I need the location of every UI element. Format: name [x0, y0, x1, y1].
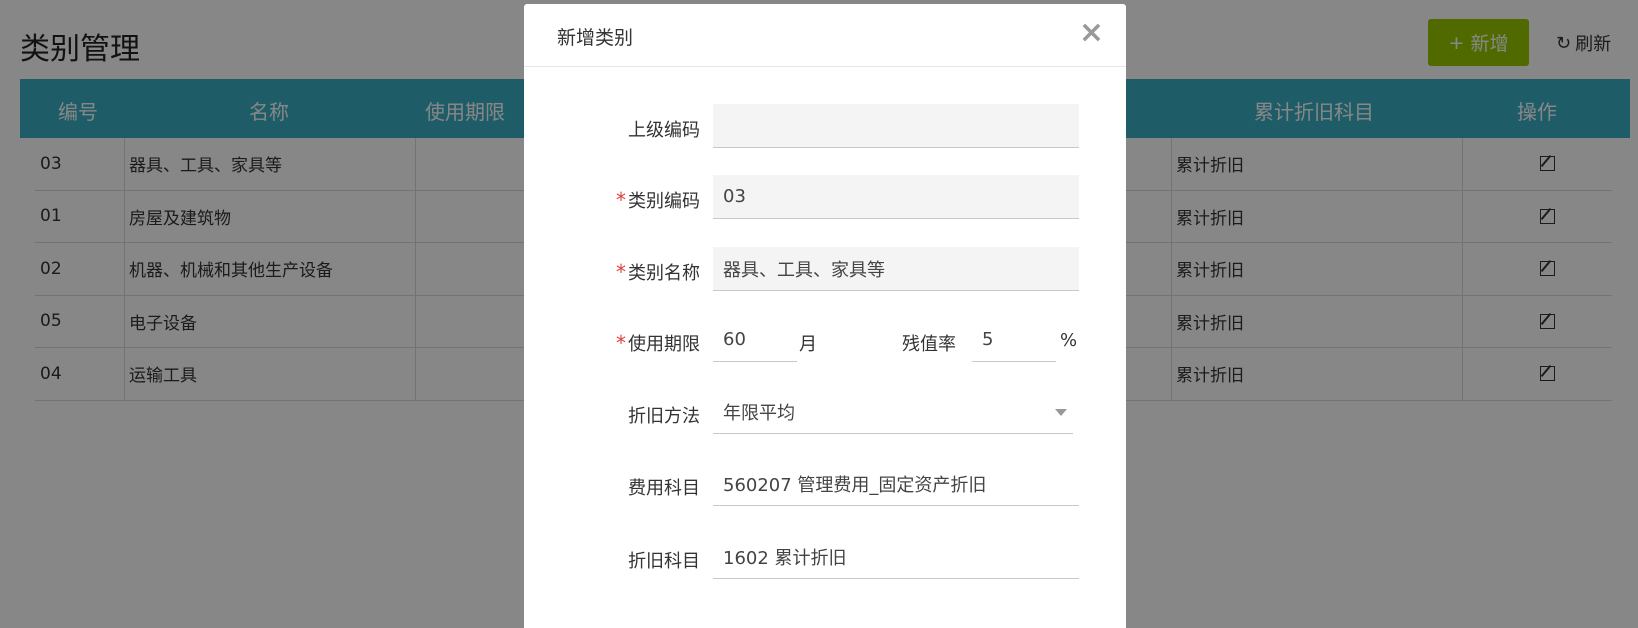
expense-subject-input[interactable]: 560207 管理费用_固定资产折旧 [713, 462, 1079, 506]
depr-subject-label: 折旧科目 [628, 551, 700, 572]
method-selected-value: 年限平均 [723, 402, 795, 424]
category-code-input[interactable]: 03 [713, 175, 1079, 219]
residual-rate-label: 残值率 [902, 334, 956, 355]
add-category-dialog: 新增类别 × 上级编码 * 类别编码 03 * 类别名称 器具、工具、家具等 * 使用… [524, 4, 1126, 628]
residual-rate-unit: % [1060, 330, 1078, 351]
dialog-header: 新增类别 × [524, 4, 1126, 67]
period-label: * 使用期限 [616, 331, 700, 355]
required-mark: * [616, 331, 626, 355]
form-row-parent-code: 上级编码 [524, 104, 1126, 148]
form-row-category-code: * 类别编码 03 [524, 175, 1126, 219]
residual-rate-input[interactable]: 5 [972, 318, 1056, 362]
category-name-label: * 类别名称 [616, 260, 700, 284]
chevron-down-icon [1055, 409, 1067, 416]
required-mark: * [616, 260, 626, 284]
expense-subject-label: 费用科目 [628, 478, 700, 499]
form-row-category-name: * 类别名称 器具、工具、家具等 [524, 247, 1126, 291]
parent-code-input[interactable] [713, 104, 1079, 148]
form-row-method: 折旧方法 年限平均 [524, 390, 1126, 434]
category-name-input[interactable]: 器具、工具、家具等 [713, 247, 1079, 291]
category-code-label: * 类别编码 [616, 188, 700, 212]
depr-subject-input[interactable]: 1602 累计折旧 [713, 535, 1079, 579]
dialog-title: 新增类别 [557, 27, 634, 49]
close-icon[interactable]: × [1079, 18, 1104, 48]
period-input[interactable]: 60 [713, 318, 797, 362]
form-row-depr-subject: 折旧科目 1602 累计折旧 [524, 535, 1126, 579]
method-label: 折旧方法 [628, 406, 700, 427]
method-select[interactable]: 年限平均 [713, 390, 1073, 434]
form-row-period: * 使用期限 60 月 残值率 5 % [524, 318, 1126, 362]
required-mark: * [616, 188, 626, 212]
period-unit: 月 [799, 334, 817, 355]
parent-code-label: 上级编码 [628, 120, 700, 141]
form-row-expense-subject: 费用科目 560207 管理费用_固定资产折旧 [524, 462, 1126, 506]
